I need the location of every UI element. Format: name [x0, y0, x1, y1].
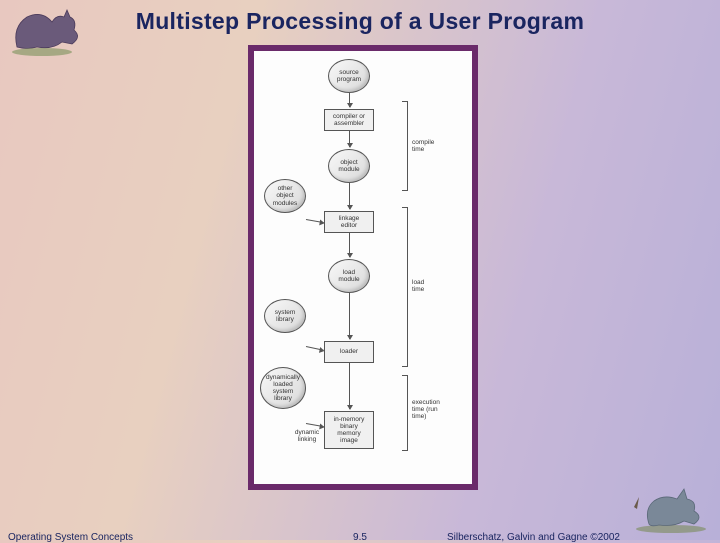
arrow [349, 363, 350, 409]
bracket-execution-time [402, 375, 408, 451]
node-linkage-editor: linkageeditor [324, 211, 374, 233]
arrow [306, 423, 324, 427]
node-other-object-modules: otherobjectmodules [264, 179, 306, 213]
bracket-compile-time [402, 101, 408, 191]
node-label: objectmodule [338, 159, 359, 173]
arrow [349, 131, 350, 147]
dino-bottom-illustration [629, 479, 714, 534]
node-label: loader [340, 348, 358, 355]
node-label: otherobjectmodules [273, 185, 298, 206]
diagram-frame: sourceprogram compiler orassembler objec… [248, 45, 478, 490]
node-compiler: compiler orassembler [324, 109, 374, 131]
arrow [349, 183, 350, 209]
node-load-module: loadmodule [328, 259, 370, 293]
arrow [306, 219, 324, 223]
node-dynamic-library: dynamicallyloadedsystemlibrary [260, 367, 306, 409]
node-memory-image: in-memorybinarymemoryimage [324, 411, 374, 449]
diagram-canvas: sourceprogram compiler orassembler objec… [254, 51, 472, 484]
node-system-library: systemlibrary [264, 299, 306, 333]
node-label: loadmodule [338, 269, 359, 283]
node-object-module: objectmodule [328, 149, 370, 183]
dynamic-linking-label: dynamiclinking [292, 429, 322, 443]
arrow [349, 293, 350, 339]
slide-title: Multistep Processing of a User Program [0, 0, 720, 35]
arrow [306, 346, 324, 351]
node-label: in-memorybinarymemoryimage [334, 416, 365, 445]
node-label: linkageeditor [339, 215, 360, 229]
dino-top-illustration [2, 2, 102, 57]
footer-copyright: Silberschatz, Galvin and Gagne ©2002 [447, 532, 620, 543]
node-label: systemlibrary [275, 309, 296, 323]
node-source-program: sourceprogram [328, 59, 370, 93]
node-label: sourceprogram [337, 69, 361, 83]
phase-load-time: loadtime [412, 279, 452, 293]
phase-execution-time: executiontime (runtime) [412, 399, 452, 420]
arrow [349, 233, 350, 257]
bracket-load-time [402, 207, 408, 367]
arrow [349, 93, 350, 107]
node-label: compiler orassembler [333, 113, 365, 127]
node-label: dynamicallyloadedsystemlibrary [266, 374, 300, 403]
node-loader: loader [324, 341, 374, 363]
phase-compile-time: compiletime [412, 139, 452, 153]
